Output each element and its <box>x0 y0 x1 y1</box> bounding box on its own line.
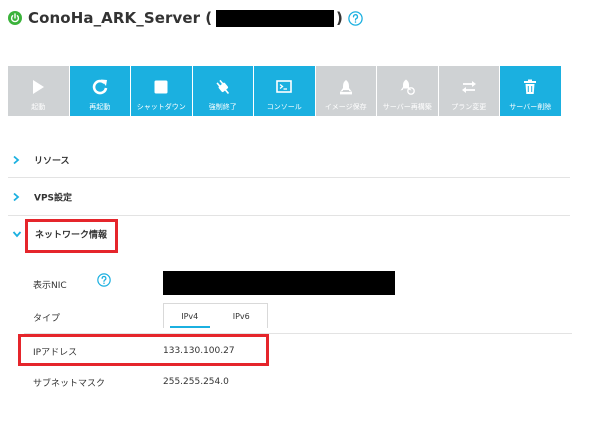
redacted-nic-select[interactable] <box>163 271 395 295</box>
chevron-right-icon <box>13 192 20 201</box>
page-header: ConoHa_ARK_Server ( ) <box>8 6 363 30</box>
trash-icon <box>524 79 537 94</box>
chevron-right-icon <box>13 155 20 164</box>
server-name: ConoHa_ARK_Server <box>28 9 201 27</box>
tab-ipv4[interactable]: IPv4 <box>164 304 216 328</box>
subnet-mask-value: 255.255.254.0 <box>163 377 229 387</box>
stop-icon <box>154 80 168 94</box>
tab-ipv6[interactable]: IPv6 <box>216 304 268 328</box>
highlight-ip-address <box>18 334 269 366</box>
restart-icon <box>92 79 108 95</box>
nic-label: 表示NIC <box>33 281 67 291</box>
section-title-resource: リソース <box>34 156 70 166</box>
accordion-resource[interactable]: リソース <box>8 142 570 178</box>
title-close-paren: ) <box>336 9 343 27</box>
highlight-network-section <box>25 219 118 253</box>
restart-button[interactable]: 再起動 <box>69 66 131 116</box>
accordion-vps-settings[interactable]: VPS設定 <box>8 178 570 216</box>
save-image-icon <box>339 80 352 95</box>
redacted-server-id <box>216 9 335 27</box>
force-stop-button[interactable]: 強制終了 <box>192 66 254 116</box>
ip-version-tabs: IPv4 IPv6 <box>163 303 268 328</box>
console-icon <box>276 80 293 93</box>
change-plan-button[interactable]: プラン変更 <box>438 66 500 116</box>
swap-icon <box>461 81 476 93</box>
start-button[interactable]: 起動 <box>8 66 70 116</box>
delete-server-button[interactable]: サーバー削除 <box>500 66 562 116</box>
section-title-vps: VPS設定 <box>34 193 73 203</box>
save-image-button[interactable]: イメージ保存 <box>315 66 377 116</box>
rebuild-server-button[interactable]: サーバー再構築 <box>377 66 439 116</box>
help-icon[interactable] <box>97 273 111 287</box>
title-open-paren: ( <box>205 9 213 27</box>
subnet-mask-label: サブネットマスク <box>33 379 106 389</box>
help-icon[interactable] <box>348 10 363 26</box>
server-action-toolbar: 起動 再起動 シャットダウン 強制終了 コンソール イメージ保存 サーバー再構築… <box>8 66 570 116</box>
shutdown-button[interactable]: シャットダウン <box>131 66 193 116</box>
type-label: タイプ <box>33 314 61 324</box>
play-icon <box>33 80 45 94</box>
rebuild-icon <box>400 79 416 95</box>
console-button[interactable]: コンソール <box>254 66 316 116</box>
power-status-icon <box>8 11 22 25</box>
chevron-down-icon <box>12 231 22 238</box>
plug-icon <box>216 79 229 95</box>
